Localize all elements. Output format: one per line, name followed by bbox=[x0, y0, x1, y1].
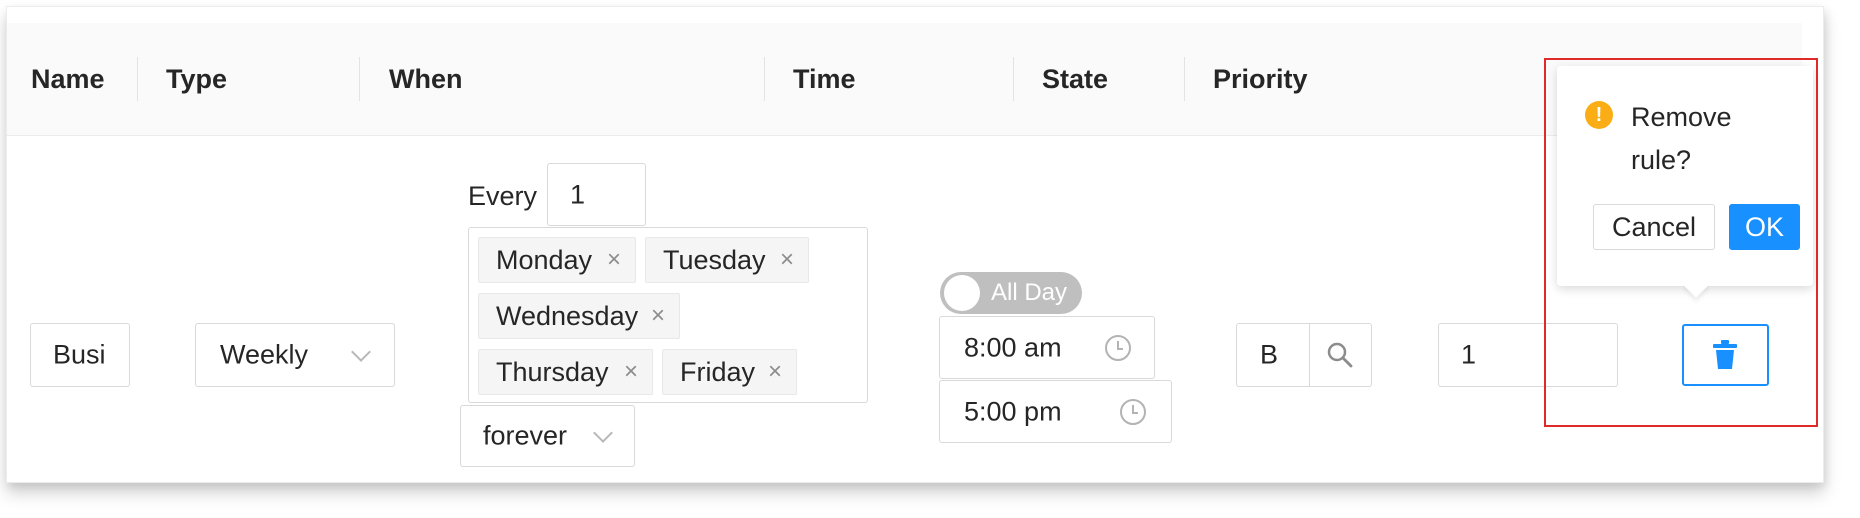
column-divider bbox=[1013, 57, 1014, 101]
every-interval-value: 1 bbox=[570, 179, 586, 209]
weekday-multiselect[interactable]: Monday × Tuesday × Wednesday × Thursday … bbox=[468, 227, 868, 403]
rule-name-value: Busi bbox=[53, 339, 106, 370]
day-tag-thursday: Thursday × bbox=[478, 349, 653, 395]
column-header-name[interactable]: Name bbox=[31, 23, 105, 135]
end-time-value: 5:00 pm bbox=[964, 396, 1062, 426]
end-time-picker[interactable]: 5:00 pm bbox=[939, 380, 1172, 443]
day-tag-label: Friday bbox=[680, 357, 756, 387]
clock-icon bbox=[1105, 335, 1131, 361]
repeat-duration-value: forever bbox=[483, 420, 568, 451]
every-label: Every bbox=[468, 181, 538, 211]
day-tag-label: Thursday bbox=[496, 357, 609, 387]
column-divider bbox=[137, 57, 138, 101]
day-tag-wednesday: Wednesday × bbox=[478, 293, 680, 339]
state-value: B bbox=[1260, 339, 1279, 370]
all-day-toggle[interactable]: All Day bbox=[940, 272, 1082, 314]
search-icon bbox=[1327, 342, 1353, 368]
all-day-label: All Day bbox=[991, 279, 1068, 306]
column-header-priority[interactable]: Priority bbox=[1213, 23, 1308, 135]
day-tag-label: Monday bbox=[496, 245, 593, 275]
column-header-type[interactable]: Type bbox=[166, 23, 227, 135]
every-interval-input[interactable]: 1 bbox=[547, 163, 646, 226]
state-search-button[interactable] bbox=[1310, 324, 1371, 386]
day-tag-label: Tuesday bbox=[663, 245, 766, 275]
day-tag-label: Wednesday bbox=[496, 301, 639, 331]
repeat-duration-select[interactable]: forever bbox=[460, 405, 635, 467]
close-icon[interactable]: × bbox=[651, 294, 665, 338]
start-time-value: 8:00 am bbox=[964, 332, 1062, 362]
clock-icon bbox=[1120, 399, 1146, 425]
column-divider bbox=[1184, 57, 1185, 101]
highlight-outline bbox=[1544, 58, 1818, 427]
day-tag-tuesday: Tuesday × bbox=[645, 237, 809, 283]
chevron-down-icon bbox=[593, 423, 613, 443]
priority-value: 1 bbox=[1461, 339, 1477, 370]
day-tag-monday: Monday × bbox=[478, 237, 636, 283]
table-header: Name Type When Time State Priority bbox=[7, 23, 1802, 136]
column-divider bbox=[359, 57, 360, 101]
start-time-picker[interactable]: 8:00 am bbox=[939, 316, 1155, 379]
rule-type-select[interactable]: Weekly bbox=[195, 323, 395, 387]
column-divider bbox=[764, 57, 765, 101]
column-header-time[interactable]: Time bbox=[793, 23, 856, 135]
close-icon[interactable]: × bbox=[607, 238, 621, 282]
column-header-when[interactable]: When bbox=[389, 23, 463, 135]
close-icon[interactable]: × bbox=[780, 238, 794, 282]
state-lookup-input[interactable]: B bbox=[1236, 323, 1372, 387]
rule-name-input[interactable]: Busi bbox=[30, 323, 130, 387]
chevron-down-icon bbox=[351, 342, 371, 362]
rule-type-value: Weekly bbox=[220, 339, 309, 370]
close-icon[interactable]: × bbox=[624, 350, 638, 394]
day-tag-friday: Friday × bbox=[662, 349, 797, 395]
column-header-state[interactable]: State bbox=[1042, 23, 1108, 135]
close-icon[interactable]: × bbox=[768, 350, 782, 394]
toggle-knob bbox=[944, 275, 980, 311]
